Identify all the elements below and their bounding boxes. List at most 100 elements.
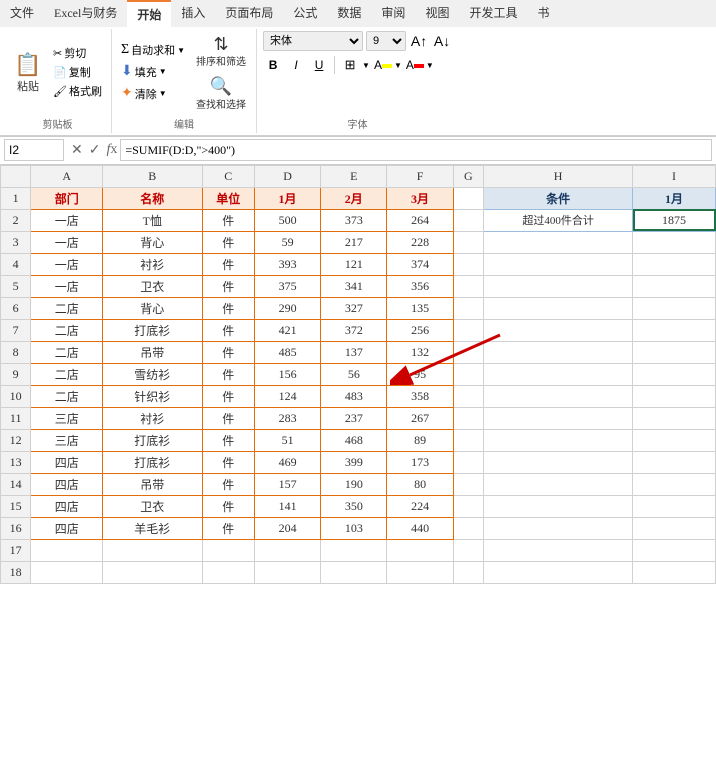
cell-A11[interactable]: 三店: [31, 407, 103, 429]
cell-G2[interactable]: [453, 209, 483, 231]
cell-C9[interactable]: 件: [202, 363, 254, 385]
cell-H10[interactable]: [484, 385, 633, 407]
cell-H14[interactable]: [484, 473, 633, 495]
cell-C15[interactable]: 件: [202, 495, 254, 517]
cell-G16[interactable]: [453, 517, 483, 539]
cell-D12[interactable]: 51: [254, 429, 320, 451]
cell-d1[interactable]: 1月: [254, 187, 320, 209]
cell-E11[interactable]: 237: [321, 407, 387, 429]
cell-C10[interactable]: 件: [202, 385, 254, 407]
tab-view[interactable]: 视图: [415, 0, 459, 27]
cell-I14[interactable]: [633, 473, 716, 495]
cell-F7[interactable]: 256: [387, 319, 453, 341]
cell-D7[interactable]: 421: [254, 319, 320, 341]
cell-B11[interactable]: 衬衫: [103, 407, 202, 429]
cell-E2[interactable]: 373: [321, 209, 387, 231]
cell-I11[interactable]: [633, 407, 716, 429]
cell-I6[interactable]: [633, 297, 716, 319]
cell-G14[interactable]: [453, 473, 483, 495]
cell-G17[interactable]: [453, 539, 483, 561]
cell-I5[interactable]: [633, 275, 716, 297]
cell-D18[interactable]: [254, 561, 320, 583]
cell-I2[interactable]: 1875: [633, 209, 716, 231]
cell-D6[interactable]: 290: [254, 297, 320, 319]
cell-G11[interactable]: [453, 407, 483, 429]
cell-E17[interactable]: [321, 539, 387, 561]
cell-E16[interactable]: 103: [321, 517, 387, 539]
cell-A6[interactable]: 二店: [31, 297, 103, 319]
cell-i1[interactable]: 1月: [633, 187, 716, 209]
cell-I9[interactable]: [633, 363, 716, 385]
cell-H4[interactable]: [484, 253, 633, 275]
cell-B5[interactable]: 卫衣: [103, 275, 202, 297]
cell-F9[interactable]: 95: [387, 363, 453, 385]
cell-C16[interactable]: 件: [202, 517, 254, 539]
cell-F2[interactable]: 264: [387, 209, 453, 231]
cell-I12[interactable]: [633, 429, 716, 451]
cell-F16[interactable]: 440: [387, 517, 453, 539]
clear-dropdown-icon[interactable]: ▼: [159, 89, 167, 98]
cell-I4[interactable]: [633, 253, 716, 275]
tab-data[interactable]: 数据: [327, 0, 371, 27]
cell-C5[interactable]: 件: [202, 275, 254, 297]
cell-B13[interactable]: 打底衫: [103, 451, 202, 473]
fill-dropdown-icon[interactable]: ▼: [159, 67, 167, 76]
cell-A18[interactable]: [31, 561, 103, 583]
cell-C14[interactable]: 件: [202, 473, 254, 495]
cell-E7[interactable]: 372: [321, 319, 387, 341]
cell-B10[interactable]: 针织衫: [103, 385, 202, 407]
cell-B9[interactable]: 雪纺衫: [103, 363, 202, 385]
tab-home[interactable]: 开始: [127, 0, 171, 27]
cell-I15[interactable]: [633, 495, 716, 517]
cell-B4[interactable]: 衬衫: [103, 253, 202, 275]
cell-G3[interactable]: [453, 231, 483, 253]
cell-D17[interactable]: [254, 539, 320, 561]
cell-A3[interactable]: 一店: [31, 231, 103, 253]
font-name-select[interactable]: 宋体: [263, 31, 363, 51]
cell-C3[interactable]: 件: [202, 231, 254, 253]
col-i[interactable]: I: [633, 165, 716, 187]
cell-I7[interactable]: [633, 319, 716, 341]
tab-file[interactable]: 文件: [0, 0, 44, 27]
cell-D11[interactable]: 283: [254, 407, 320, 429]
cell-I8[interactable]: [633, 341, 716, 363]
cell-E6[interactable]: 327: [321, 297, 387, 319]
cell-f1[interactable]: 3月: [387, 187, 453, 209]
cell-H15[interactable]: [484, 495, 633, 517]
cell-E4[interactable]: 121: [321, 253, 387, 275]
cell-H11[interactable]: [484, 407, 633, 429]
font-color-button[interactable]: A: [405, 55, 425, 75]
cell-H18[interactable]: [484, 561, 633, 583]
cell-D4[interactable]: 393: [254, 253, 320, 275]
underline-button[interactable]: U: [309, 55, 329, 75]
cell-A13[interactable]: 四店: [31, 451, 103, 473]
cell-E13[interactable]: 399: [321, 451, 387, 473]
cell-B14[interactable]: 吊带: [103, 473, 202, 495]
cell-I3[interactable]: [633, 231, 716, 253]
cell-G15[interactable]: [453, 495, 483, 517]
tab-formula[interactable]: 公式: [283, 0, 327, 27]
cell-C7[interactable]: 件: [202, 319, 254, 341]
find-select-button[interactable]: 🔍 查找和选择: [192, 73, 250, 113]
cell-F10[interactable]: 358: [387, 385, 453, 407]
paste-button[interactable]: 📋 粘贴: [10, 47, 46, 97]
cell-D13[interactable]: 469: [254, 451, 320, 473]
clear-button[interactable]: ✦ 清除 ▼: [118, 84, 188, 103]
cell-G6[interactable]: [453, 297, 483, 319]
cell-I16[interactable]: [633, 517, 716, 539]
col-f[interactable]: F: [387, 165, 453, 187]
col-h[interactable]: H: [484, 165, 633, 187]
cell-G10[interactable]: [453, 385, 483, 407]
cell-D5[interactable]: 375: [254, 275, 320, 297]
cell-G12[interactable]: [453, 429, 483, 451]
cell-I17[interactable]: [633, 539, 716, 561]
sort-filter-button[interactable]: ⇅ 排序和筛选: [192, 31, 250, 71]
tab-review[interactable]: 审阅: [371, 0, 415, 27]
cell-B17[interactable]: [103, 539, 202, 561]
cell-a1[interactable]: 部门: [31, 187, 103, 209]
cell-I10[interactable]: [633, 385, 716, 407]
cell-F8[interactable]: 132: [387, 341, 453, 363]
cell-H17[interactable]: [484, 539, 633, 561]
cell-C8[interactable]: 件: [202, 341, 254, 363]
cell-A9[interactable]: 二店: [31, 363, 103, 385]
